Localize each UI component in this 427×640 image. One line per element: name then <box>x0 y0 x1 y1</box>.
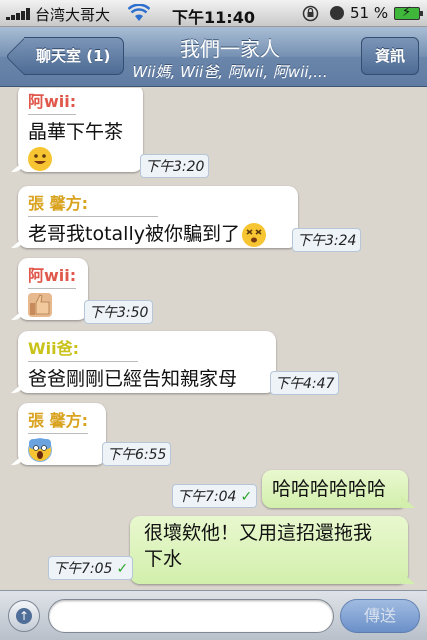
input-bar: ↑ 傳送 <box>0 590 427 640</box>
message-bubble[interactable]: 張 馨方: <box>18 403 106 465</box>
message-list[interactable]: 阿wii: 晶華下午茶 下午3:20 張 馨方: 老哥我totally被你騙到了… <box>0 88 427 590</box>
smiley-emoji-icon <box>28 147 52 171</box>
info-button[interactable]: 資訊 <box>361 37 419 75</box>
message-text: 爸爸剛剛已經告知親家母 <box>28 368 238 390</box>
sender-name: 張 馨方: <box>28 190 158 217</box>
message-bubble[interactable]: 哈哈哈哈哈哈 <box>262 470 408 508</box>
attach-button[interactable]: ↑ <box>8 600 40 632</box>
message-bubble[interactable]: 阿wii: 晶華下午茶 <box>18 88 143 172</box>
message-bubble[interactable]: 阿wii: <box>18 258 88 320</box>
timestamp: 下午3:20 <box>140 154 210 178</box>
status-bar: 台湾大哥大 下午11:40 51 % ⚡ <box>0 0 427 27</box>
message-bubble[interactable]: Wii爸: 爸爸剛剛已經告知親家母 <box>18 331 276 393</box>
chat-participants: Wii媽, Wii爸, 阿wii, 阿wii,... <box>132 63 328 81</box>
scream-face-emoji-icon <box>28 438 52 462</box>
message-content: 老哥我totally被你騙到了 <box>28 221 288 247</box>
timestamp: 下午3:24 <box>292 228 362 252</box>
message-text: 老哥我totally被你騙到了 <box>28 223 240 245</box>
timestamp: 下午7:04 ✓ <box>172 484 258 508</box>
read-check-icon: ✓ <box>116 561 129 577</box>
timestamp: 下午4:47 <box>270 371 340 395</box>
attach-icon: ↑ <box>16 608 32 624</box>
message-input[interactable] <box>48 599 334 633</box>
sender-name: Wii爸: <box>28 335 138 362</box>
battery-icon: ⚡ <box>394 5 423 20</box>
timestamp: 下午7:05 ✓ <box>48 556 134 580</box>
message-text: 哈哈哈哈哈哈 <box>272 478 387 500</box>
message-text-line: 下水 <box>144 548 183 570</box>
send-button[interactable]: 傳送 <box>340 599 420 633</box>
rotation-lock-icon <box>302 5 319 22</box>
sender-name: 阿wii: <box>28 262 77 289</box>
message-content: 很壞欸他！又用這招還拖我 下水 <box>140 520 398 572</box>
alarm-icon <box>330 6 344 20</box>
navigation-bar: 聊天室 (1) 我們一家人 Wii媽, Wii爸, 阿wii, 阿wii,...… <box>0 27 427 87</box>
battery-percent: 51 % <box>350 4 389 22</box>
timestamp: 下午3:50 <box>84 300 154 324</box>
dizzy-face-emoji-icon <box>241 222 266 247</box>
message-bubble[interactable]: 很壞欸他！又用這招還拖我 下水 <box>130 516 408 584</box>
message-text-line: 很壞欸他！又用這招還拖我 <box>144 522 373 544</box>
chat-title: 我們一家人 <box>180 37 280 61</box>
back-button[interactable]: 聊天室 (1) <box>24 37 124 75</box>
message-bubble[interactable]: 張 馨方: 老哥我totally被你騙到了 <box>18 186 298 248</box>
read-check-icon: ✓ <box>240 489 253 505</box>
sender-name: 阿wii: <box>28 88 77 115</box>
sender-name: 張 馨方: <box>28 407 88 434</box>
timestamp: 下午6:55 <box>102 442 172 466</box>
thumbs-up-emoji-icon <box>28 293 52 317</box>
message-text: 晶華下午茶 <box>28 121 124 143</box>
